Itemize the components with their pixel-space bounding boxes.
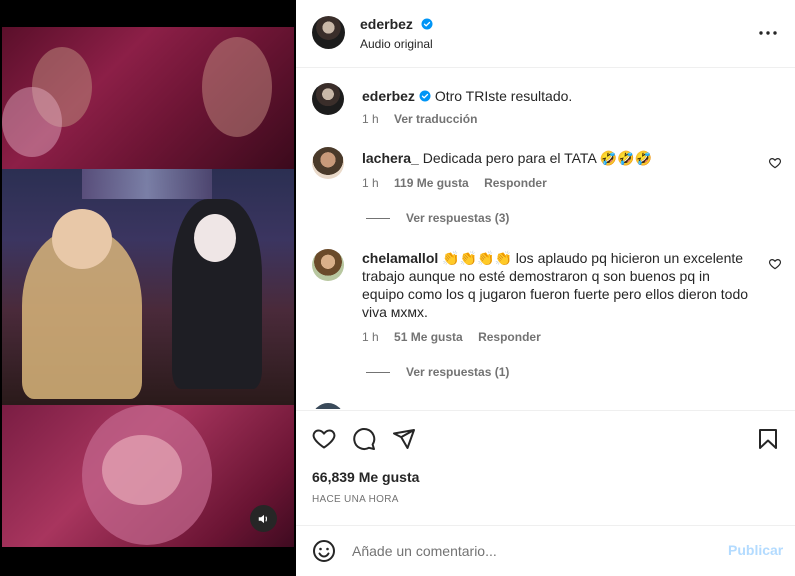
comment-composer: Publicar xyxy=(296,525,795,576)
comment-body: chelamallol 👏👏👏👏 los aplaudo pq hicieron… xyxy=(362,249,752,321)
view-replies-label: Ver respuestas (1) xyxy=(406,365,510,379)
caption-username[interactable]: ederbez xyxy=(362,88,415,104)
reel-video[interactable] xyxy=(2,27,294,547)
comment-input[interactable] xyxy=(352,541,712,561)
like-heart-icon[interactable] xyxy=(312,427,336,451)
comment-meta: 1 h 51 Me gusta Responder xyxy=(362,330,553,344)
comment-meta: 1 h 119 Me gusta Responder xyxy=(362,176,559,190)
volume-button[interactable] xyxy=(250,505,277,532)
verified-badge-icon xyxy=(421,18,433,30)
like-comment-heart-icon[interactable] xyxy=(768,156,782,170)
post-details-pane: ederbez Audio original ederbez Otro TRIs… xyxy=(296,0,795,576)
view-replies-button[interactable]: Ver respuestas (1) xyxy=(366,365,509,379)
emoji-smile-icon[interactable] xyxy=(312,539,336,563)
speaker-icon xyxy=(258,514,267,523)
comment-body: lachera_ Dedicada pero para el TATA 🤣🤣🤣 xyxy=(362,149,752,167)
translate-button[interactable]: Ver traducción xyxy=(394,112,477,126)
avatar[interactable] xyxy=(312,16,345,49)
audio-link[interactable]: Audio original xyxy=(360,37,433,51)
comment-emoji: 🤣🤣🤣 xyxy=(599,150,653,166)
comment-time: 1 h xyxy=(362,330,379,344)
caption-time: 1 h xyxy=(362,112,379,126)
avatar[interactable] xyxy=(312,83,344,115)
reply-button[interactable]: Responder xyxy=(484,176,547,190)
comment-likes[interactable]: 51 Me gusta xyxy=(394,330,463,344)
header-username[interactable]: ederbez xyxy=(360,16,413,32)
comments-list[interactable]: ederbez Otro TRIste resultado. 1 h Ver t… xyxy=(296,69,795,409)
caption-body: ederbez Otro TRIste resultado. xyxy=(362,87,752,105)
comment-time: 1 h xyxy=(362,176,379,190)
avatar[interactable] xyxy=(312,147,344,179)
more-horizontal-icon[interactable] xyxy=(756,25,780,41)
caption-text: Otro TRIste resultado. xyxy=(434,88,573,104)
like-comment-heart-icon[interactable] xyxy=(768,257,782,271)
caption-meta: 1 h Ver traducción xyxy=(362,112,489,126)
avatar[interactable] xyxy=(312,249,344,281)
reply-button[interactable]: Responder xyxy=(478,330,541,344)
view-replies-label: Ver respuestas (3) xyxy=(406,211,510,225)
comment-bubble-icon[interactable] xyxy=(352,427,376,451)
replies-divider xyxy=(366,217,390,219)
comment-emoji: 👏👏👏👏 xyxy=(442,250,512,266)
post-actions: 66,839 Me gusta HACE UNA HORA xyxy=(296,410,795,538)
verified-badge-icon xyxy=(419,90,431,102)
post-timestamp[interactable]: HACE UNA HORA xyxy=(312,494,399,505)
share-paper-plane-icon[interactable] xyxy=(392,427,416,451)
media-pane xyxy=(0,0,296,576)
header-user: ederbez xyxy=(360,16,433,34)
video-frame-middle xyxy=(2,169,294,405)
view-replies-button[interactable]: Ver respuestas (3) xyxy=(366,211,509,225)
comment-username[interactable]: chelamallol xyxy=(362,250,438,266)
likes-count[interactable]: 66,839 Me gusta xyxy=(312,469,419,485)
replies-divider xyxy=(366,371,390,373)
bookmark-icon[interactable] xyxy=(756,427,780,451)
publish-button[interactable]: Publicar xyxy=(728,542,783,558)
avatar[interactable] xyxy=(312,403,344,409)
comment-username[interactable]: lachera_ xyxy=(362,150,419,166)
comment-likes[interactable]: 119 Me gusta xyxy=(394,176,469,190)
comment-text: Dedicada pero para el TATA xyxy=(422,150,597,166)
post-header: ederbez Audio original xyxy=(296,0,795,68)
video-frame-bottom xyxy=(2,405,294,547)
video-frame-top xyxy=(2,27,294,169)
